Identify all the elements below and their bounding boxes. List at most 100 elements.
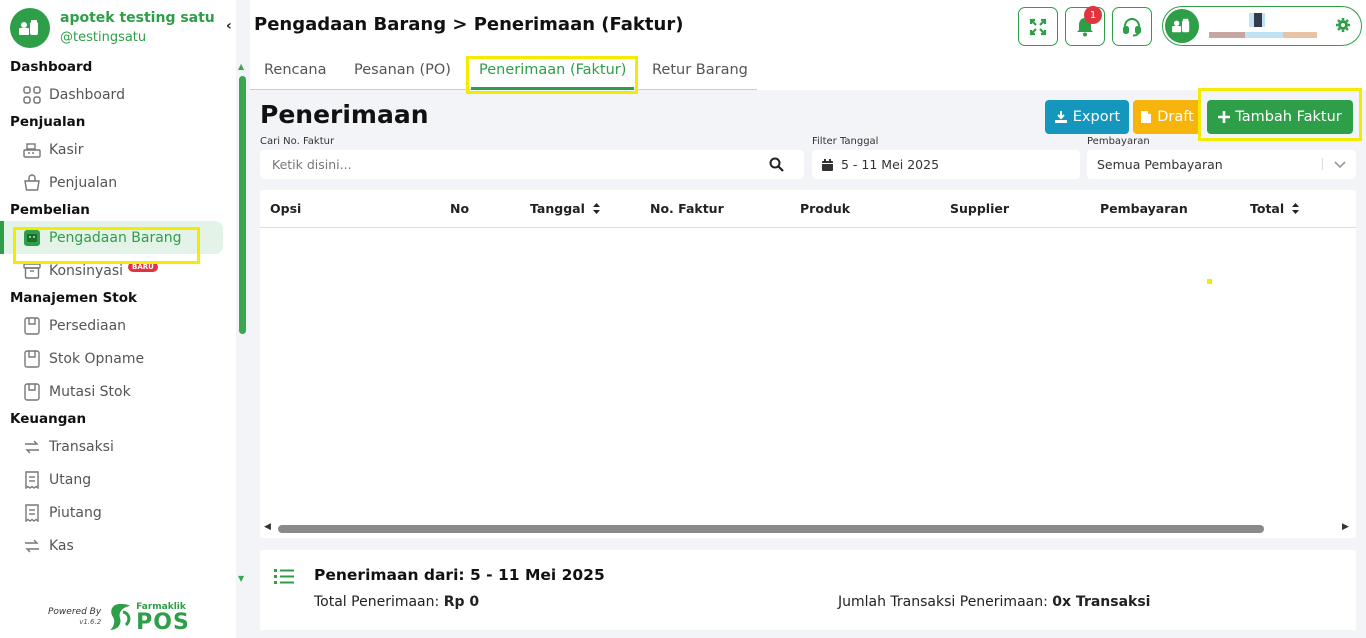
avatar	[1165, 9, 1199, 43]
pharmacy-handle: @testingsatu	[60, 30, 147, 45]
scroll-up-icon[interactable]: ▲	[238, 62, 244, 71]
receipt-icon	[22, 503, 42, 523]
version-text: v1.6.2	[79, 618, 102, 626]
section-title: Penerimaan	[260, 100, 429, 129]
export-button[interactable]: Export	[1045, 100, 1129, 134]
column-no-faktur: No. Faktur	[650, 201, 724, 216]
headset-icon	[1123, 17, 1141, 36]
gear-icon[interactable]	[1335, 17, 1351, 37]
sidebar-item-dashboard[interactable]: Dashboard	[0, 78, 236, 111]
column-tanggal[interactable]: Tanggal	[530, 201, 600, 216]
highlight-dot	[1207, 279, 1212, 284]
column-total-label: Total	[1250, 201, 1285, 216]
sidebar-item-label: Kas	[49, 537, 74, 554]
draft-label: Draft	[1157, 109, 1194, 125]
table-header: Opsi No Tanggal No. Faktur Produk Suppli…	[260, 190, 1356, 228]
table-horizontal-scrollbar[interactable]: ◀ ▶	[262, 521, 1354, 535]
sidebar-item-label: Dashboard	[49, 86, 125, 103]
plus-icon	[1218, 111, 1231, 123]
notifications-button[interactable]: 1	[1065, 6, 1105, 46]
page-title: Pengadaan Barang > Penerimaan (Faktur)	[254, 14, 684, 35]
sidebar-item-penjualan[interactable]: Penjualan	[0, 166, 236, 199]
payment-filter-value: Semua Pembayaran	[1097, 157, 1223, 172]
transaction-count-value: 0x Transaksi	[1052, 594, 1151, 610]
stock-box-icon	[22, 382, 42, 402]
add-invoice-button[interactable]: Tambah Faktur	[1207, 100, 1353, 134]
notification-count-badge: 1	[1084, 6, 1102, 24]
sidebar-item-label: Transaksi	[49, 438, 114, 455]
column-produk: Produk	[800, 201, 851, 216]
archive-box-icon	[22, 261, 42, 281]
search-icon[interactable]	[769, 157, 784, 172]
pharmacy-logo-icon	[10, 8, 50, 48]
pharmacy-avatar-icon	[1172, 18, 1190, 33]
calendar-icon	[822, 158, 833, 171]
tab-rencana[interactable]: Rencana	[264, 62, 326, 78]
powered-by: Powered By v1.6.2 Farmaklik POS	[48, 601, 190, 634]
sidebar-item-kasir[interactable]: Kasir	[0, 133, 236, 166]
sidebar-item-label: Konsinyasi	[49, 262, 124, 279]
redacted-user-info-icon	[1209, 13, 1317, 38]
support-button[interactable]	[1112, 7, 1152, 46]
sidebar-item-label: Kasir	[49, 141, 84, 158]
sidebar-item-pengadaan-barang[interactable]: Pengadaan Barang	[0, 221, 223, 254]
transaction-count-label: Jumlah Transaksi Penerimaan:	[838, 594, 1048, 610]
sidebar-item-mutasi-stok[interactable]: Mutasi Stok	[0, 375, 236, 408]
sidebar-item-label: Stok Opname	[49, 350, 145, 367]
payment-filter-select[interactable]: Semua Pembayaran	[1087, 150, 1356, 179]
sort-icon[interactable]	[1292, 203, 1300, 214]
sidebar-item-utang[interactable]: Utang	[0, 463, 236, 496]
payment-filter-label: Pembayaran	[1087, 136, 1150, 147]
section-dashboard: Dashboard	[10, 59, 93, 75]
active-tab-indicator	[471, 87, 634, 90]
sidebar-item-kas[interactable]: Kas	[0, 529, 236, 562]
sort-icon[interactable]	[592, 203, 600, 214]
column-opsi: Opsi	[270, 201, 302, 216]
scroll-left-icon[interactable]: ◀	[264, 522, 271, 532]
search-placeholder: Ketik disini...	[272, 157, 352, 172]
column-no: No	[450, 201, 470, 216]
column-total[interactable]: Total	[1250, 201, 1300, 216]
table-scroll-thumb[interactable]	[278, 525, 1264, 533]
section-pembelian: Pembelian	[10, 202, 90, 218]
list-icon	[274, 568, 294, 588]
new-badge: BARU	[128, 261, 158, 272]
sidebar: apotek testing satu @testingsatu ‹ Dashb…	[0, 0, 236, 638]
total-receipt-value: Rp 0	[443, 594, 480, 610]
scroll-right-icon[interactable]: ▶	[1342, 522, 1349, 532]
sidebar-item-stok-opname[interactable]: Stok Opname	[0, 342, 236, 375]
subnav-tabs: Rencana Pesanan (PO) Penerimaan (Faktur)…	[250, 52, 1366, 90]
column-tanggal-label: Tanggal	[530, 201, 585, 216]
collapse-sidebar-icon[interactable]: ‹	[226, 18, 232, 34]
sidebar-item-label: Piutang	[49, 504, 102, 521]
profile-menu[interactable]	[1162, 6, 1362, 46]
brand[interactable]: apotek testing satu @testingsatu	[10, 8, 215, 48]
sidebar-item-label: Penjualan	[49, 174, 118, 191]
tab-retur-barang[interactable]: Retur Barang	[652, 62, 748, 78]
search-input[interactable]: Ketik disini...	[260, 150, 804, 179]
column-pembayaran: Pembayaran	[1100, 201, 1188, 216]
tab-penerimaan-faktur[interactable]: Penerimaan (Faktur)	[479, 62, 626, 78]
sidebar-item-piutang[interactable]: Piutang	[0, 496, 236, 529]
sidebar-item-persediaan[interactable]: Persediaan	[0, 309, 236, 342]
top-header: Pengadaan Barang > Penerimaan (Faktur) 1	[250, 0, 1366, 52]
download-icon	[1054, 111, 1067, 123]
cash-register-icon	[22, 140, 42, 160]
sidebar-item-konsinyasi[interactable]: Konsinyasi BARU	[0, 254, 236, 287]
date-filter-input[interactable]: 5 - 11 Mei 2025	[812, 150, 1080, 179]
powered-by-text: Powered By	[48, 607, 102, 617]
sidebar-scroll-thumb[interactable]	[239, 76, 246, 334]
summary-panel: Penerimaan dari: 5 - 11 Mei 2025 Total P…	[260, 550, 1356, 630]
date-filter-value: 5 - 11 Mei 2025	[841, 157, 940, 172]
fullscreen-button[interactable]	[1018, 7, 1058, 46]
total-receipt: Total Penerimaan: Rp 0	[314, 594, 479, 610]
tab-pesanan-po[interactable]: Pesanan (PO)	[354, 62, 451, 78]
expand-icon	[1029, 18, 1047, 35]
scroll-down-icon[interactable]: ▼	[238, 574, 244, 583]
stock-box-icon	[22, 349, 42, 369]
file-icon	[1141, 111, 1152, 123]
sidebar-scrollbar[interactable]: ▲ ▼	[237, 60, 248, 588]
sidebar-item-transaksi[interactable]: Transaksi	[0, 430, 236, 463]
section-keuangan: Keuangan	[10, 411, 87, 427]
draft-button[interactable]: Draft	[1133, 100, 1201, 134]
